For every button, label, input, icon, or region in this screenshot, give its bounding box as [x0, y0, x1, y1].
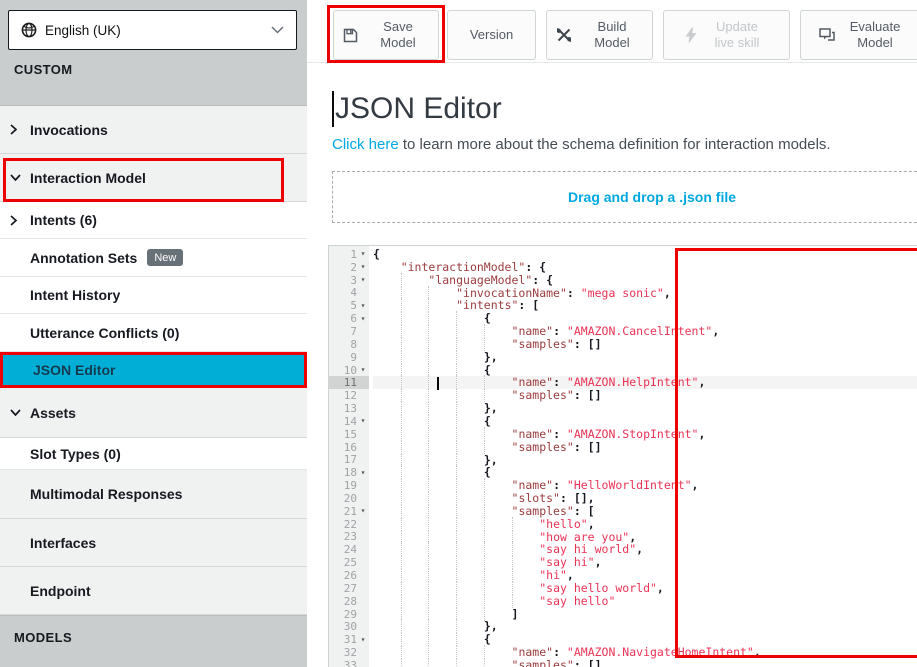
- code-line[interactable]: "name": "AMAZON.StopIntent",: [373, 428, 917, 441]
- gutter-line-number[interactable]: 15: [329, 428, 369, 441]
- gutter-line-number[interactable]: 19: [329, 479, 369, 492]
- gutter-line-number[interactable]: 32: [329, 646, 369, 659]
- gutter-line-number[interactable]: 29: [329, 608, 369, 621]
- gutter-line-number[interactable]: 6▾: [329, 312, 369, 325]
- gutter-line-number[interactable]: 10▾: [329, 364, 369, 377]
- chevron-down-icon: [10, 174, 21, 181]
- update-live-skill-button: Update live skill: [663, 10, 790, 60]
- gutter-line-number[interactable]: 33: [329, 659, 369, 667]
- text-cursor: [332, 91, 334, 127]
- sidebar-header: English (UK) CUSTOM: [0, 0, 307, 106]
- gutter-line-number[interactable]: 11: [329, 376, 369, 389]
- sidebar-item-intent-history[interactable]: Intent History: [0, 277, 307, 314]
- build-icon: [556, 27, 572, 43]
- sidebar-item-json-editor[interactable]: JSON Editor: [0, 352, 307, 388]
- code-line[interactable]: "slots": [],: [373, 492, 917, 505]
- gutter-line-number[interactable]: 21▾: [329, 505, 369, 518]
- language-select-value: English (UK): [45, 23, 271, 38]
- gutter-line-number[interactable]: 31▾: [329, 633, 369, 646]
- schema-help-text: Click here to learn more about the schem…: [332, 136, 917, 153]
- sidebar-item-interaction-model[interactable]: Interaction Model: [0, 154, 307, 202]
- save-icon: [343, 28, 358, 43]
- gutter-line-number[interactable]: 13: [329, 402, 369, 415]
- gutter-line-number[interactable]: 28: [329, 595, 369, 608]
- language-select[interactable]: English (UK): [8, 10, 297, 50]
- gutter-line-number[interactable]: 14▾: [329, 415, 369, 428]
- sidebar: English (UK) CUSTOM Invocations Interact…: [0, 0, 307, 667]
- lightning-icon: [685, 27, 697, 43]
- section-models: MODELS: [0, 615, 307, 667]
- chevron-right-icon: [10, 215, 17, 226]
- build-model-button[interactable]: Build Model: [546, 10, 653, 60]
- globe-icon: [21, 22, 37, 38]
- gutter-line-number[interactable]: 27: [329, 582, 369, 595]
- gutter-line-number[interactable]: 7: [329, 325, 369, 338]
- editor-gutter: 1▾2▾3▾45▾6▾78910▾11121314▾15161718▾19202…: [329, 246, 369, 667]
- sidebar-item-invocations[interactable]: Invocations: [0, 106, 307, 154]
- gutter-line-number[interactable]: 22: [329, 518, 369, 531]
- dropzone-label: Drag and drop a .json file: [568, 189, 736, 205]
- gutter-line-number[interactable]: 25: [329, 556, 369, 569]
- gutter-line-number[interactable]: 2▾: [329, 261, 369, 274]
- page-title: JSON Editor: [332, 91, 917, 127]
- main-panel: Save Model Version Build Model Update li…: [307, 0, 917, 667]
- gutter-line-number[interactable]: 18▾: [329, 466, 369, 479]
- sidebar-item-slot-types[interactable]: Slot Types (0): [0, 438, 307, 470]
- code-line[interactable]: },: [373, 351, 917, 364]
- code-line[interactable]: "say hello world",: [373, 582, 917, 595]
- json-code-editor[interactable]: 1▾2▾3▾45▾6▾78910▾11121314▾15161718▾19202…: [328, 245, 917, 667]
- sidebar-item-intents[interactable]: Intents (6): [0, 202, 307, 239]
- chevron-down-icon: [10, 409, 21, 416]
- gutter-line-number[interactable]: 16: [329, 441, 369, 454]
- sidebar-nav: Invocations Interaction Model Intents (6…: [0, 106, 307, 667]
- gutter-line-number[interactable]: 30: [329, 620, 369, 633]
- sidebar-item-utterance-conflicts[interactable]: Utterance Conflicts (0): [0, 314, 307, 352]
- gutter-line-number[interactable]: 8: [329, 338, 369, 351]
- code-line[interactable]: "samples": []: [373, 659, 917, 667]
- code-line[interactable]: "name": "AMAZON.CancelIntent",: [373, 325, 917, 338]
- sidebar-item-interfaces[interactable]: Interfaces: [0, 519, 307, 567]
- gutter-line-number[interactable]: 3▾: [329, 274, 369, 287]
- gutter-line-number[interactable]: 24: [329, 543, 369, 556]
- gutter-line-number[interactable]: 9: [329, 351, 369, 364]
- gutter-line-number[interactable]: 26: [329, 569, 369, 582]
- sidebar-item-endpoint[interactable]: Endpoint: [0, 567, 307, 615]
- json-dropzone[interactable]: Drag and drop a .json file: [332, 171, 917, 223]
- content: JSON Editor Click here to learn more abo…: [307, 63, 917, 223]
- sidebar-item-annotation-sets[interactable]: Annotation Sets New: [0, 239, 307, 277]
- code-line[interactable]: "hello",: [373, 518, 917, 531]
- gutter-line-number[interactable]: 4: [329, 287, 369, 300]
- gutter-line-number[interactable]: 1▾: [329, 248, 369, 261]
- gutter-line-number[interactable]: 20: [329, 492, 369, 505]
- save-model-button[interactable]: Save Model: [333, 10, 439, 60]
- chevron-down-icon: [271, 26, 284, 34]
- gutter-line-number[interactable]: 12: [329, 389, 369, 402]
- new-badge: New: [147, 249, 183, 266]
- version-button[interactable]: Version: [447, 10, 536, 60]
- gutter-line-number[interactable]: 5▾: [329, 299, 369, 312]
- click-here-link[interactable]: Click here: [332, 136, 399, 153]
- sidebar-item-assets[interactable]: Assets: [0, 388, 307, 438]
- code-line[interactable]: "samples": []: [373, 441, 917, 454]
- code-line[interactable]: "samples": []: [373, 338, 917, 351]
- chevron-right-icon: [10, 124, 17, 135]
- sidebar-item-multimodal-responses[interactable]: Multimodal Responses: [0, 470, 307, 519]
- code-line[interactable]: "say hello": [373, 595, 917, 608]
- gutter-line-number[interactable]: 17: [329, 454, 369, 467]
- editor-code[interactable]: { "interactionModel": { "languageModel":…: [369, 246, 917, 667]
- chat-icon: [819, 28, 835, 43]
- gutter-line-number[interactable]: 23: [329, 531, 369, 544]
- code-line[interactable]: "samples": [: [373, 505, 917, 518]
- toolbar: Save Model Version Build Model Update li…: [307, 0, 917, 63]
- evaluate-model-button[interactable]: Evaluate Model: [800, 10, 917, 60]
